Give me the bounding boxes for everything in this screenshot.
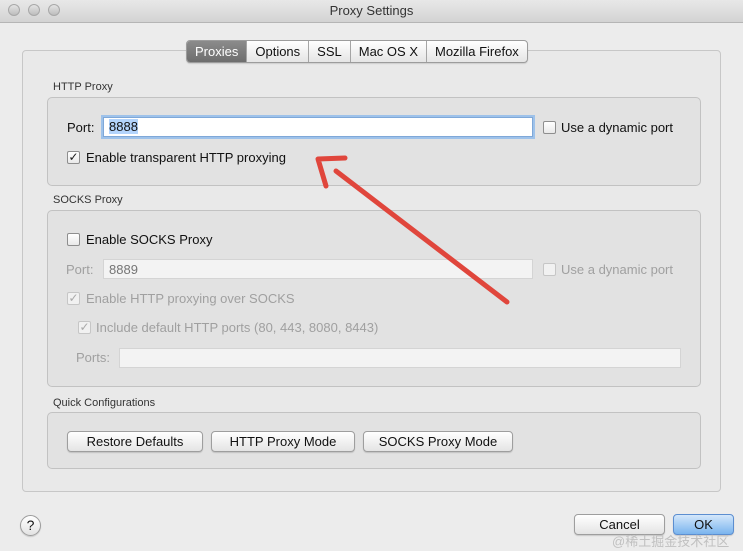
- tab-mozilla-firefox[interactable]: Mozilla Firefox: [427, 41, 527, 62]
- tab-proxies[interactable]: Proxies: [187, 41, 248, 62]
- socks-port-input[interactable]: [103, 259, 533, 279]
- transparent-proxying-label: Enable transparent HTTP proxying: [86, 150, 286, 165]
- watermark: @稀土掘金技术社区: [612, 534, 730, 549]
- ports-label: Ports:: [76, 350, 110, 365]
- socks-proxy-mode-button[interactable]: SOCKS Proxy Mode: [363, 431, 513, 452]
- socks-dynamic-port-label: Use a dynamic port: [561, 262, 673, 277]
- http-dynamic-port-checkbox[interactable]: [543, 121, 556, 134]
- socks-proxy-section-label: SOCKS Proxy: [53, 194, 123, 206]
- help-button[interactable]: ?: [20, 515, 41, 536]
- default-ports-checkbox[interactable]: ✓: [78, 321, 91, 334]
- http-over-socks-label: Enable HTTP proxying over SOCKS: [86, 291, 295, 306]
- enable-socks-label: Enable SOCKS Proxy: [86, 232, 213, 247]
- proxy-settings-window: Proxy Settings Proxies Options SSL Mac O…: [0, 0, 743, 551]
- http-over-socks-checkbox[interactable]: ✓: [67, 292, 80, 305]
- ports-input[interactable]: [119, 348, 681, 368]
- socks-port-label: Port:: [66, 262, 94, 277]
- http-port-input[interactable]: 8888: [103, 117, 533, 137]
- http-proxy-group: [47, 97, 701, 186]
- socks-dynamic-port-checkbox[interactable]: [543, 263, 556, 276]
- tab-options[interactable]: Options: [247, 41, 310, 62]
- tab-bar: Proxies Options SSL Mac OS X Mozilla Fir…: [186, 40, 528, 63]
- tab-mac-os-x[interactable]: Mac OS X: [351, 41, 427, 62]
- http-dynamic-port-label: Use a dynamic port: [561, 120, 673, 135]
- default-ports-label: Include default HTTP ports (80, 443, 808…: [96, 320, 379, 335]
- http-port-value: 8888: [109, 119, 138, 134]
- enable-socks-checkbox[interactable]: [67, 233, 80, 246]
- window-title: Proxy Settings: [329, 3, 414, 18]
- title-bar: Proxy Settings: [0, 0, 743, 23]
- http-port-label: Port:: [67, 120, 95, 135]
- restore-defaults-button[interactable]: Restore Defaults: [67, 431, 203, 452]
- tab-ssl[interactable]: SSL: [309, 41, 351, 62]
- http-proxy-mode-button[interactable]: HTTP Proxy Mode: [211, 431, 355, 452]
- http-proxy-section-label: HTTP Proxy: [53, 81, 113, 93]
- quick-config-section-label: Quick Configurations: [53, 397, 156, 409]
- transparent-proxying-checkbox[interactable]: ✓: [67, 151, 80, 164]
